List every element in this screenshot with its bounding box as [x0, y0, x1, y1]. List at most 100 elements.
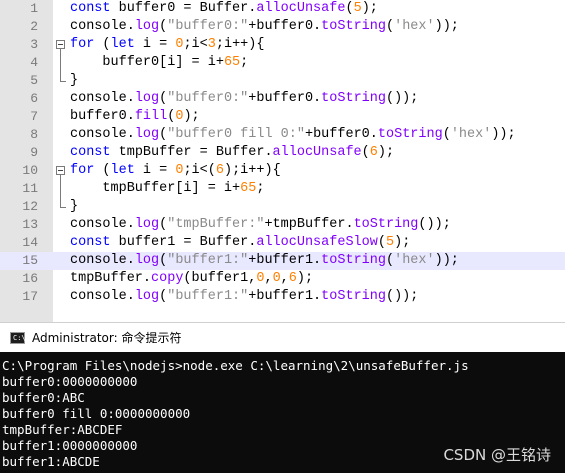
line-number: 12 — [22, 199, 38, 214]
fold-end-marker — [60, 81, 66, 82]
code-line[interactable]: 15 console.log ("buffer1:"+buffer1.toStrin… — [0, 252, 565, 270]
code-token: tmpBuffer. — [70, 271, 152, 286]
code-token: for — [70, 37, 95, 52]
code-line[interactable]: 1 const buffer0 = Buffer.allocUnsafe(5); — [0, 0, 565, 18]
line-number: 4 — [30, 55, 38, 70]
code-line[interactable]: 2 console.log ("buffer0:"+buffer0.toString… — [0, 18, 565, 36]
code-token: 'hex' — [394, 19, 435, 34]
code-text[interactable]: for (let i = 0;i<(6);i++){ — [70, 162, 281, 180]
code-token: )); — [434, 253, 459, 268]
code-line[interactable]: 8 console.log ("buffer0 fill 0:"+buffer0.t… — [0, 126, 565, 144]
code-token: buffer0[i] = i+ — [70, 55, 224, 70]
code-token: , — [264, 271, 273, 286]
code-line[interactable]: 11 tmpBuffer[i] = i+65; — [0, 180, 565, 198]
code-token: +tmpBuffer. — [264, 217, 354, 232]
code-line[interactable]: 14 const buffer1 = Buffer.allocUnsafeSlow… — [0, 234, 565, 252]
code-token: "buffer1:" — [167, 253, 249, 268]
console-output-line: buffer1:ABCDE — [2, 454, 100, 469]
code-token: console. — [70, 127, 135, 142]
code-line[interactable]: 12} — [0, 198, 565, 216]
code-token: let — [110, 163, 135, 178]
code-line[interactable]: 10 for (let i = 0;i<(6);i++){ — [0, 162, 565, 180]
code-token: "buffer0:" — [167, 91, 249, 106]
line-number: 15 — [22, 253, 38, 268]
code-text[interactable]: console.log("tmpBuffer:"+tmpBuffer.toStr… — [70, 216, 451, 234]
code-token: allocUnsafe — [256, 1, 346, 16]
line-number: 2 — [30, 19, 38, 34]
code-token: ); — [296, 271, 314, 286]
code-text[interactable]: for (let i = 0;i<3;i++){ — [70, 36, 264, 54]
code-token: log — [134, 253, 160, 268]
code-line[interactable]: 17 console.log("buffer1:"+buffer1.toStrin… — [0, 288, 565, 306]
code-text[interactable]: const buffer0 = Buffer.allocUnsafe(5); — [70, 0, 378, 18]
console-titlebar[interactable]: C:\ Administrator: 命令提示符 — [0, 322, 565, 352]
line-number: 11 — [22, 181, 38, 196]
code-editor[interactable]: 1 const buffer0 = Buffer.allocUnsafe(5); 2… — [0, 0, 565, 322]
code-token: "buffer1:" — [167, 289, 249, 304]
fold-toggle-icon[interactable] — [56, 166, 65, 175]
code-text[interactable]: buffer0.fill(0); — [70, 108, 200, 126]
line-number: 16 — [22, 271, 38, 286]
code-token: tmpBuffer[i] = i+ — [70, 181, 241, 196]
line-number: 17 — [22, 289, 38, 304]
code-text[interactable]: const buffer1 = Buffer.allocUnsafeSlow(5… — [70, 234, 410, 252]
line-number: 6 — [30, 91, 38, 106]
code-line[interactable]: 4 buffer0[i] = i+65; — [0, 54, 565, 72]
code-token: ( — [377, 235, 386, 250]
code-text[interactable]: tmpBuffer.copy(buffer1,0,0,6); — [70, 270, 313, 288]
code-token: )); — [434, 19, 459, 34]
code-token: } — [70, 199, 79, 214]
code-token: 5 — [385, 235, 395, 250]
code-token: ); — [394, 235, 411, 250]
code-token: 65 — [240, 181, 257, 196]
code-text[interactable]: console.log("buffer1:"+buffer1.toString(… — [70, 252, 459, 270]
code-token: for — [70, 163, 95, 178]
line-number: 14 — [22, 235, 38, 250]
code-text[interactable]: } — [70, 72, 78, 90]
code-text[interactable]: console.log("buffer1:"+buffer1.toString(… — [70, 288, 418, 306]
code-token: const — [70, 145, 111, 160]
line-number: 8 — [30, 127, 38, 142]
code-text[interactable]: console.log("buffer0:"+buffer0.toString(… — [70, 18, 459, 36]
code-token: console. — [70, 217, 135, 232]
code-line[interactable]: 9 const tmpBuffer = Buffer.allocUnsafe(6)… — [0, 144, 565, 162]
code-token: ( — [94, 37, 111, 52]
fold-guide-line — [60, 175, 61, 207]
code-token: 0 — [272, 271, 281, 286]
code-token: console. — [70, 289, 135, 304]
code-token: let — [110, 37, 135, 52]
code-token: "buffer0:" — [167, 19, 249, 34]
code-text[interactable]: const tmpBuffer = Buffer.allocUnsafe(6); — [70, 144, 394, 162]
fold-toggle-icon[interactable] — [56, 40, 65, 49]
console-output-line: buffer0 fill 0:0000000000 — [2, 406, 191, 421]
code-token: 65 — [223, 55, 241, 70]
code-token: ()); — [385, 289, 419, 304]
code-token: ; — [240, 55, 249, 70]
code-line[interactable]: 5} — [0, 72, 565, 90]
line-number: 5 — [30, 73, 38, 88]
code-token: console. — [70, 19, 135, 34]
code-line[interactable]: 16 tmpBuffer.copy(buffer1,0,0,6); — [0, 270, 565, 288]
code-token: 'hex' — [394, 253, 435, 268]
code-token: toString — [321, 253, 386, 268]
code-token: 5 — [353, 1, 362, 16]
code-token: console. — [70, 253, 135, 268]
code-text[interactable]: console.log("buffer0:"+buffer0.toString(… — [70, 90, 418, 108]
code-line[interactable]: 7 buffer0.fill(0); — [0, 108, 565, 126]
code-text[interactable]: buffer0[i] = i+65; — [70, 54, 248, 72]
code-token: log — [134, 289, 160, 304]
line-number: 7 — [30, 109, 38, 124]
code-token: 6 — [288, 271, 297, 286]
code-text[interactable]: } — [70, 198, 78, 216]
code-text[interactable]: console.log ("buffer0 fill 0:"+buffer0.to… — [70, 126, 516, 144]
code-token: fill — [134, 109, 168, 124]
code-token: toString — [321, 19, 386, 34]
code-token: )); — [491, 127, 516, 142]
code-token: );i++){ — [223, 163, 281, 178]
code-line[interactable]: 3 for (let i = 0;i<3;i++){ — [0, 36, 565, 54]
code-text[interactable]: tmpBuffer[i] = i+65; — [70, 180, 264, 198]
code-line[interactable]: 6 console.log("buffer0:"+buffer0.toString… — [0, 90, 565, 108]
code-token: ;i<( — [183, 163, 216, 178]
code-token: toString — [321, 91, 386, 106]
code-line[interactable]: 13 console.log("tmpBuffer:"+tmpBuffer.toS… — [0, 216, 565, 234]
